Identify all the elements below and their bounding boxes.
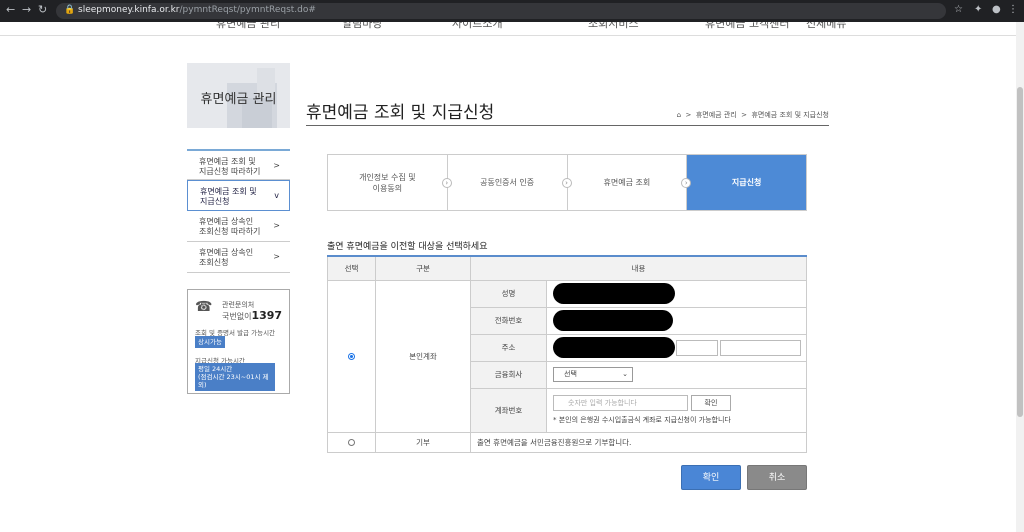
donate-description: 출연 휴면예금을 서민금융진흥원으로 기부합니다. [470, 431, 807, 453]
step-label: 개인정보 수집 및 [359, 172, 416, 182]
scrollbar[interactable] [1016, 22, 1024, 532]
back-arrow-icon[interactable]: ← [6, 3, 15, 16]
sidebar-title-box: 휴면예금 관리 [187, 63, 290, 128]
scrollbar-thumb[interactable] [1017, 87, 1023, 417]
address-value [546, 333, 807, 362]
topnav-item[interactable]: 휴면예금 관리 [216, 22, 280, 31]
type-donate: 기부 [375, 431, 471, 453]
address-detail-field[interactable] [676, 339, 718, 356]
address-extra-field[interactable] [720, 339, 801, 356]
title-divider [306, 125, 829, 126]
chevron-right-icon: › [561, 178, 572, 188]
profile-icon[interactable]: ● [992, 4, 1001, 15]
bank-value: 선택 ⌄ [546, 360, 807, 389]
donate-radio[interactable] [348, 439, 355, 446]
step-inquiry: 휴면예금 조회 › [568, 155, 692, 210]
sidebar-menu: 휴면예금 조회 및 지급신청 따라하기 > 휴면예금 조회 및 지급신청 v 휴… [187, 149, 290, 273]
chevron-right-icon: > [273, 221, 280, 230]
sidebar-item-payment-request[interactable]: 휴면예금 조회 및 지급신청 v [187, 180, 290, 211]
select-cell [327, 431, 376, 453]
chevron-down-icon: v [274, 191, 279, 200]
star-icon[interactable]: ☆ [954, 4, 963, 15]
sidebar-item-heir-request[interactable]: 휴면예금 상속인 조회신청 > [187, 242, 290, 273]
menu-dots-icon[interactable]: ⋮ [1008, 4, 1018, 15]
column-header: 내용 [470, 255, 807, 281]
forward-arrow-icon[interactable]: → [22, 3, 31, 16]
payment-hours-line: 평일 24시간 [198, 365, 233, 373]
reload-icon[interactable]: ↻ [38, 3, 47, 16]
column-header: 선택 [327, 255, 376, 281]
cancel-button[interactable]: 취소 [747, 465, 807, 490]
inquiry-hours-badge: 상시가능 [195, 336, 225, 348]
redacted-name [553, 283, 675, 304]
phone-icon: ☎ [195, 299, 213, 315]
url-text: sleepmoney.kinfa.or.kr/pymntReqst/pymntR… [78, 5, 316, 15]
sidebar-item-payment-guide[interactable]: 휴면예금 조회 및 지급신청 따라하기 > [187, 149, 290, 180]
bank-select[interactable]: 선택 ⌄ [553, 367, 633, 382]
chevron-right-icon: > [273, 161, 280, 170]
account-value: 숫자만 입력 가능합니다 확인 * 본인의 은행권 수시입출금식 계좌로 지급신청… [546, 387, 807, 433]
breadcrumb: ⌂ > 휴면예금 관리 > 휴면예금 조회 및 지급신청 [676, 111, 829, 119]
type-own-account: 본인계좌 [375, 279, 471, 433]
phone-value [546, 306, 807, 335]
top-navigation: 휴면예금 관리 알림마당 사이트소개 조회서비스 휴면예금 고객센터 전체메뉴 [0, 22, 1016, 36]
address-bar[interactable]: 🔒 sleepmoney.kinfa.or.kr/pymntReqst/pymn… [56, 3, 946, 19]
chevron-right-icon: > [273, 252, 280, 261]
account-note: * 본인의 은행권 수시입출금식 계좌로 지급신청이 가능합니다 [553, 416, 731, 424]
step-label: 지급신청 [731, 178, 762, 187]
field-label: 전화번호 [470, 306, 547, 335]
phone-number: 1397 [251, 309, 283, 322]
field-label: 금융회사 [470, 360, 547, 389]
redacted-address [553, 337, 675, 358]
browser-toolbar: ← → ↻ 🔒 sleepmoney.kinfa.or.kr/pymntReqs… [0, 0, 1024, 22]
breadcrumb-item[interactable]: 휴면예금 관리 [696, 111, 737, 119]
bank-select-value: 선택 [564, 370, 577, 378]
field-label: 성명 [470, 279, 547, 308]
chevron-right-icon: › [441, 178, 452, 188]
step-label: 이용동의 [372, 183, 403, 193]
redacted-phone [553, 310, 673, 331]
breadcrumb-item[interactable]: 휴면예금 조회 및 지급신청 [751, 111, 829, 119]
payment-hours-badge: 평일 24시간 (점검시간 23시~01시 제외) [195, 363, 275, 391]
topnav-item[interactable]: 사이트소개 [452, 22, 503, 31]
topnav-item[interactable]: 조회서비스 [588, 22, 639, 31]
page-title: 휴면예금 조회 및 지급신청 [306, 103, 495, 123]
topnav-item[interactable]: 전체메뉴 [806, 22, 846, 31]
step-label: 공동인증서 인증 [480, 178, 535, 187]
instruction-text: 출연 휴면예금을 이전할 대상을 선택하세요 [327, 242, 488, 252]
name-value [546, 279, 807, 308]
payment-hours-line: (점검시간 23시~01시 제외) [198, 373, 269, 389]
account-confirm-button[interactable]: 확인 [691, 395, 731, 411]
extensions-icon[interactable]: ✦ [974, 4, 982, 15]
column-header: 구분 [375, 255, 471, 281]
home-icon[interactable]: ⌂ [677, 111, 681, 119]
step-certificate: 공동인증서 인증 › [448, 155, 572, 210]
progress-steps: 개인정보 수집 및 이용동의 › 공동인증서 인증 › 휴면예금 조회 › 지급신… [327, 154, 807, 211]
transfer-target-table: 선택 구분 내용 본인계좌 성명 전화번호 주소 금융회사 선택 ⌄ 계좌번호 숫… [327, 255, 807, 453]
account-number-input[interactable]: 숫자만 입력 가능합니다 [553, 395, 688, 411]
confirm-button[interactable]: 확인 [681, 465, 741, 490]
lock-icon: 🔒 [64, 5, 76, 15]
phone-line: 국번없이1397 [222, 309, 283, 322]
contact-info-box: ☎ 관련문의처 국번없이1397 조회 및 증명서 발급 가능시간 상시가능 지… [187, 289, 290, 394]
sidebar-title: 휴면예금 관리 [200, 92, 277, 107]
topnav-item[interactable]: 알림마당 [342, 22, 382, 31]
select-cell [327, 279, 376, 433]
field-label: 계좌번호 [470, 387, 547, 433]
step-label: 휴면예금 조회 [603, 178, 651, 187]
step-payment: 지급신청 [687, 155, 806, 210]
field-label: 주소 [470, 333, 547, 362]
sidebar-item-heir-guide[interactable]: 휴면예금 상속인 조회신청 따라하기 > [187, 211, 290, 242]
step-consent: 개인정보 수집 및 이용동의 › [328, 155, 452, 210]
chevron-down-icon: ⌄ [622, 370, 628, 378]
own-account-radio[interactable] [348, 353, 355, 360]
topnav-item[interactable]: 휴면예금 고객센터 [705, 22, 789, 31]
